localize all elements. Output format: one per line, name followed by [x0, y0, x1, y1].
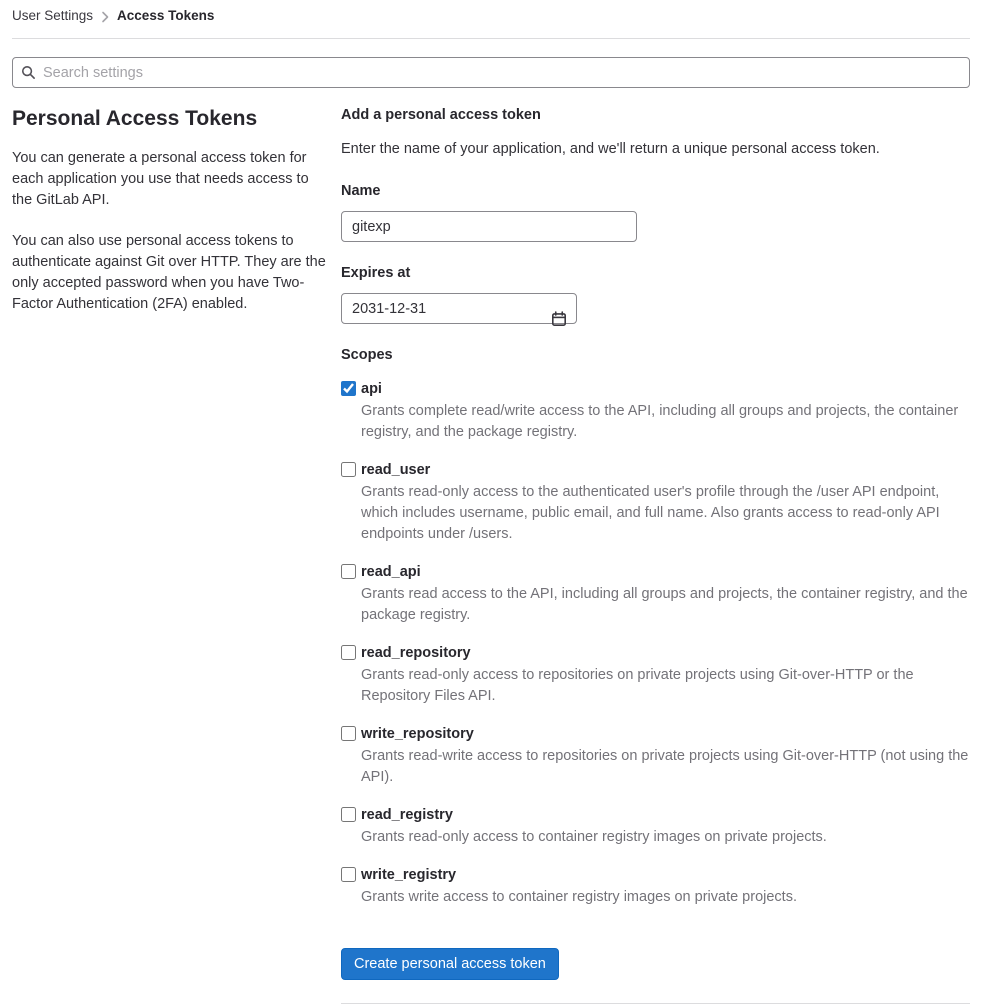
scope-item-write-registry: write_registry Grants write access to co…	[341, 865, 970, 908]
calendar-icon	[551, 310, 566, 326]
scope-item-read-api: read_api Grants read access to the API, …	[341, 562, 970, 626]
scopes-label: Scopes	[341, 347, 393, 363]
scope-checkbox-read-user[interactable]	[341, 462, 356, 477]
expires-at-field	[341, 293, 577, 326]
form-description: Enter the name of your application, and …	[341, 141, 880, 157]
scope-description: Grants write access to container registr…	[361, 889, 797, 905]
name-label: Name	[341, 183, 381, 199]
settings-page: User Settings Access Tokens Personal Acc…	[0, 0, 993, 1004]
scope-label[interactable]: api	[361, 379, 382, 400]
settings-section-description: Personal Access Tokens You can generate …	[12, 106, 330, 1004]
breadcrumb: User Settings Access Tokens	[12, 0, 970, 24]
scope-description: Grants read-only access to container reg…	[361, 829, 827, 845]
scope-item-read-registry: read_registry Grants read-only access to…	[341, 805, 970, 848]
scope-list: api Grants complete read/write access to…	[341, 379, 970, 908]
scope-label[interactable]: read_repository	[361, 643, 471, 664]
scope-item-api: api Grants complete read/write access to…	[341, 379, 970, 443]
scope-label[interactable]: read_api	[361, 562, 421, 583]
search-input[interactable]	[12, 57, 970, 88]
header-divider	[12, 38, 970, 39]
scope-label[interactable]: write_registry	[361, 865, 456, 886]
search-icon	[21, 65, 35, 79]
scope-item-read-repository: read_repository Grants read-only access …	[341, 643, 970, 707]
scope-checkbox-read-repository[interactable]	[341, 645, 356, 660]
section-paragraph-1: You can generate a personal access token…	[12, 150, 309, 208]
access-token-form: Add a personal access token Enter the na…	[341, 106, 970, 1004]
form-title: Add a personal access token	[341, 107, 541, 123]
calendar-picker-button[interactable]	[542, 304, 576, 333]
scope-item-write-repository: write_repository Grants read-write acces…	[341, 724, 970, 788]
scope-description: Grants read access to the API, including…	[361, 586, 968, 623]
scope-label[interactable]: write_repository	[361, 724, 474, 745]
scope-item-read-user: read_user Grants read-only access to the…	[341, 460, 970, 545]
scope-description: Grants read-only access to the authentic…	[361, 484, 940, 542]
token-name-input[interactable]	[341, 211, 637, 242]
breadcrumb-user-settings[interactable]: User Settings	[12, 8, 93, 24]
scope-label[interactable]: read_registry	[361, 805, 453, 826]
scope-checkbox-api[interactable]	[341, 381, 356, 396]
chevron-right-icon	[101, 11, 109, 23]
breadcrumb-access-tokens: Access Tokens	[117, 8, 215, 23]
expires-at-label: Expires at	[341, 265, 411, 281]
scope-label[interactable]: read_user	[361, 460, 430, 481]
scope-checkbox-write-repository[interactable]	[341, 726, 356, 741]
scope-description: Grants read-write access to repositories…	[361, 748, 969, 785]
scope-checkbox-read-registry[interactable]	[341, 807, 356, 822]
section-paragraph-2: You can also use personal access tokens …	[12, 233, 326, 312]
create-token-button[interactable]: Create personal access token	[341, 948, 559, 980]
search-bar	[12, 57, 970, 88]
scope-description: Grants complete read/write access to the…	[361, 403, 959, 440]
page-title: Personal Access Tokens	[12, 107, 258, 130]
scope-description: Grants read-only access to repositories …	[361, 667, 914, 704]
scope-checkbox-read-api[interactable]	[341, 564, 356, 579]
scope-checkbox-write-registry[interactable]	[341, 867, 356, 882]
